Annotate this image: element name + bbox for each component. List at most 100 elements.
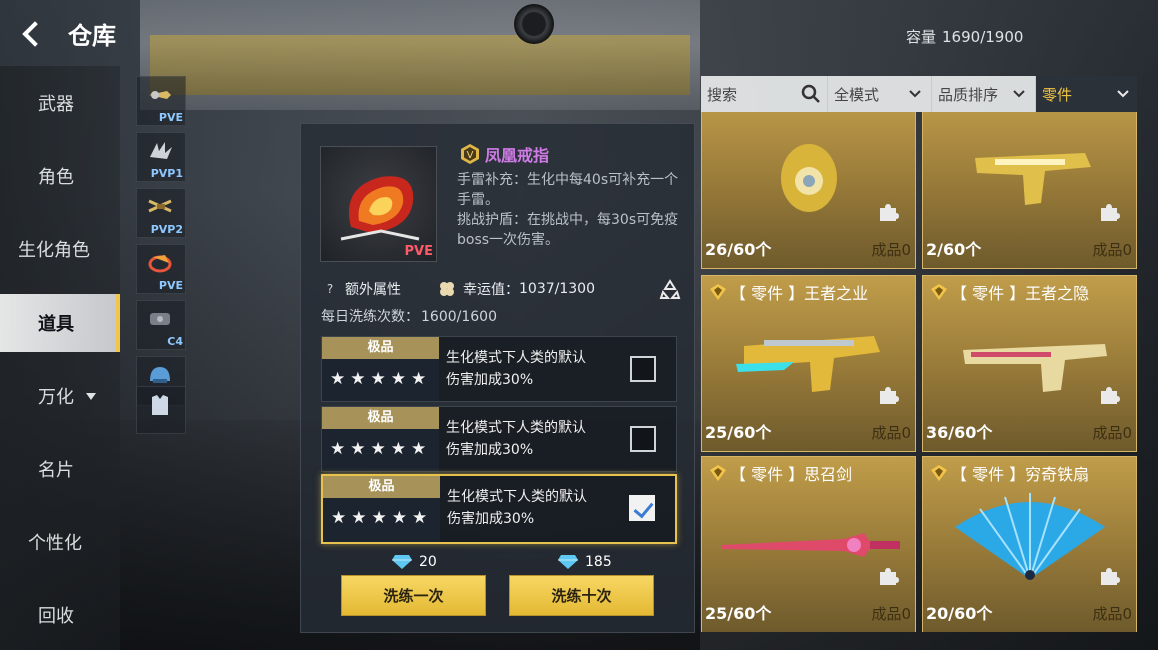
reforge-once-button[interactable]: 洗练一次 [341,575,486,616]
item-description: 手雷补充：生化中每40s可补充一个手雷。 挑战护盾：在挑战中，每30s可免疫bo… [457,170,689,250]
crown-icon [710,284,726,300]
attr-line: 伤害加成30% [447,511,535,527]
product-count: 成品0 [1092,424,1132,442]
caret-down-icon [86,392,96,400]
recycle-icon[interactable] [659,278,681,300]
search-icon[interactable] [801,84,821,104]
star-rating: ★★★★★ [331,508,433,528]
grade-label: 极品 [322,337,439,359]
item-desc-line: 手雷补充：生化中每40s可补充一个手雷。 [457,172,679,208]
luck-value: 1037/1300 [519,281,595,297]
slot-tag: PVE [158,279,183,292]
item-desc-line: 挑战护盾：在挑战中，每30s可免疫boss一次伤害。 [457,212,679,248]
equip-slot-c4[interactable]: C4 [136,300,186,350]
card-title-text: 【 零件 】王者之业 [730,284,869,303]
attr-text: 生化模式下人类的默认 伤害加成30% [447,486,627,530]
star-rating: ★★★★★ [330,369,432,389]
armor-icon [152,395,168,415]
part-count: 36/60个 [926,423,993,442]
nav-item-cards[interactable]: 名片 [0,440,120,498]
nav-item-recycle[interactable]: 回收 [0,586,120,644]
part-count: 25/60个 [705,604,772,623]
nav-label: 名片 [38,460,74,481]
equip-slot-strip: PVE PVP1 PVP2 PVE C4 [136,76,186,436]
nav-item-personalize[interactable]: 个性化 [0,513,120,571]
grade-box: 极品 ★★★★★ [322,337,439,401]
nav-item-bio-characters[interactable]: 生化角色 [0,220,120,278]
back-button[interactable] [20,18,46,48]
gold-pistol-image [975,153,1091,205]
search-placeholder: 搜索 [707,85,738,104]
lock-checkbox[interactable] [630,426,656,452]
extra-attr-label: 额外属性 [345,282,401,298]
category-value: 零件 [1042,85,1073,104]
chevron-down-icon [909,90,921,98]
capacity-value: 1690/1900 [942,28,1024,46]
item-name: 凤凰戒指 [485,146,550,165]
sword-image [722,533,900,557]
claw-icon [150,142,172,159]
nav-item-items[interactable]: 道具 [0,294,120,352]
item-card[interactable]: 【 零件 】王者之隐 36/60个 成品0 [922,275,1137,452]
item-card[interactable]: 【 零件 】穷奇铁扇 20/60个 成品0 [922,456,1137,632]
nav-label: 万化 [38,387,74,408]
nav-label: 道具 [38,314,74,335]
item-card[interactable]: 【 零件 】思召剑 25/60个 成品0 [701,456,916,632]
clover-icon [440,282,454,296]
mode-select[interactable]: 全模式 [827,76,929,112]
lock-checkbox[interactable] [630,356,656,382]
diamond-icon [392,555,412,569]
attr-text: 生化模式下人类的默认 伤害加成30% [446,347,626,391]
crossbow-icon [148,199,172,213]
attr-line: 生化模式下人类的默认 [446,420,586,436]
card-title-text: 【 零件 】王者之隐 [951,284,1090,303]
nav-label: 回收 [38,606,74,627]
item-card[interactable]: 【 零件 】王者之业 25/60个 成品0 [701,275,916,452]
item-card[interactable]: 2/60个 成品0 [922,112,1137,269]
cyan-pistol-image [736,336,880,392]
attr-text: 生化模式下人类的默认 伤害加成30% [446,417,626,461]
nav-label: 个性化 [28,533,82,554]
question-icon[interactable]: ? [321,280,339,298]
attr-row[interactable]: 极品 ★★★★★ 生化模式下人类的默认 伤害加成30% [321,406,677,472]
attr-row-selected[interactable]: 极品 ★★★★★ 生化模式下人类的默认 伤害加成30% [321,474,677,544]
sort-select[interactable]: 品质排序 [931,76,1033,112]
grade-label: 极品 [322,407,439,429]
equip-slot-grenade[interactable]: PVE [136,76,186,126]
item-card[interactable]: 26/60个 成品0 [701,112,916,269]
long-pistol-image [963,344,1107,392]
cost-once: 20 [391,554,437,570]
crown-icon [931,465,947,481]
equip-slot-armor[interactable] [136,386,186,434]
equip-slot-claw[interactable]: PVP1 [136,132,186,182]
chevron-down-icon [1117,90,1129,98]
filter-bar: 搜索 全模式 品质排序 零件 [701,76,1137,112]
equip-slot-ring[interactable]: PVE [136,244,186,294]
equip-slot-crossbow[interactable]: PVP2 [136,188,186,238]
nav-item-weapons[interactable]: 武器 [0,74,120,132]
daily-value: 1600/1600 [421,309,497,325]
mode-value: 全模式 [834,85,880,104]
reforge-ten-button[interactable]: 洗练十次 [509,575,654,616]
card-title-text: 【 零件 】思召剑 [730,465,853,484]
puzzle-icon [1101,568,1120,585]
diamond-icon [558,555,578,569]
attr-line: 生化模式下人类的默认 [447,489,587,505]
part-count: 2/60个 [926,240,982,259]
camera-cutout [514,4,554,44]
card-title: 【 零件 】王者之隐 [929,280,1089,304]
card-title-text: 【 零件 】穷奇铁扇 [951,465,1090,484]
luck-readout: 幸运值： 1037/1300 [437,279,595,299]
search-input[interactable]: 搜索 [701,76,827,112]
attr-line: 伤害加成30% [446,372,534,388]
product-count: 成品0 [871,241,911,259]
nav-item-wanhua[interactable]: 万化 [0,367,120,425]
puzzle-icon [880,387,899,404]
puzzle-icon [880,204,899,221]
category-select[interactable]: 零件 [1035,76,1137,112]
nav-item-characters[interactable]: 角色 [0,147,120,205]
helmet-icon [150,367,170,383]
svg-text:V: V [467,150,474,161]
attr-row[interactable]: 极品 ★★★★★ 生化模式下人类的默认 伤害加成30% [321,336,677,402]
lock-checkbox-checked[interactable] [629,495,655,521]
